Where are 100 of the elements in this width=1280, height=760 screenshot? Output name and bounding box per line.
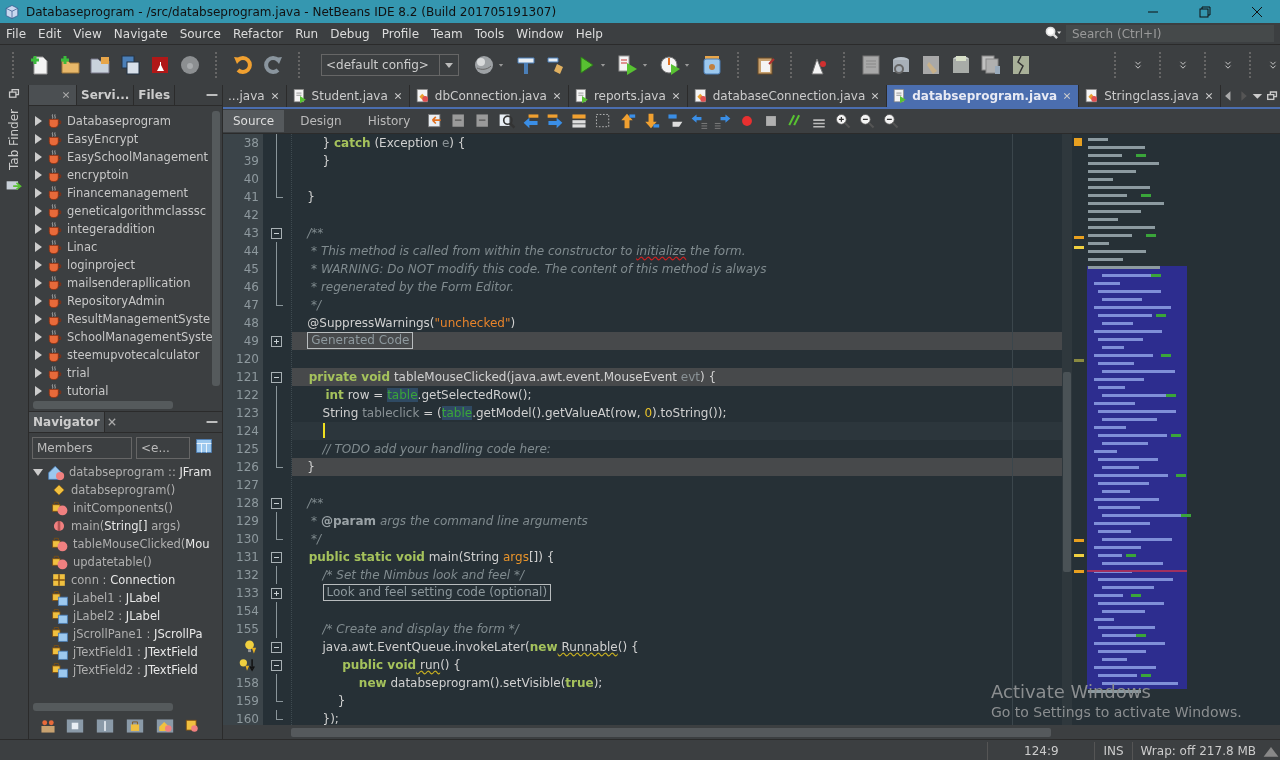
menu-item[interactable]: Help — [569, 26, 609, 41]
navigator-item[interactable]: initComponents() — [73, 501, 173, 515]
menu-item[interactable]: Team — [425, 26, 469, 41]
menu-item[interactable]: Profile — [375, 26, 425, 41]
project-item[interactable]: RepositoryAdmin — [67, 294, 165, 308]
run-file-icon[interactable] — [617, 54, 639, 76]
expanded-arrow-icon[interactable] — [33, 467, 43, 477]
new-file-icon[interactable] — [29, 54, 51, 76]
globe-icon[interactable] — [473, 54, 495, 76]
project-item[interactable]: loginproject — [67, 258, 135, 272]
menu-item[interactable]: View — [67, 26, 108, 41]
lightbulb-icon[interactable] — [243, 638, 259, 655]
navigator-item[interactable]: databseprogram :: JFram — [69, 465, 212, 479]
undo-icon[interactable] — [232, 54, 254, 76]
project-item[interactable]: ResultManagementSyste — [67, 312, 210, 326]
database-search-icon[interactable] — [890, 54, 912, 76]
collapsed-arrow-icon[interactable] — [33, 278, 43, 288]
find-previous-icon[interactable] — [522, 111, 541, 130]
scroll-thumb[interactable] — [212, 111, 220, 386]
people-icon[interactable] — [39, 717, 57, 735]
project-item[interactable]: SchoolManagementSyste — [67, 330, 213, 344]
hammer-icon[interactable] — [515, 54, 537, 76]
scroll-thumb[interactable] — [1063, 371, 1071, 572]
jar-icon[interactable] — [701, 54, 723, 76]
shift-right-icon[interactable] — [714, 111, 733, 130]
find-next-icon[interactable] — [546, 111, 565, 130]
redo-icon[interactable] — [262, 54, 284, 76]
collapsed-arrow-icon[interactable] — [33, 152, 43, 162]
new-folder-icon[interactable] — [59, 54, 81, 76]
collapsed-arrow-icon[interactable] — [33, 242, 43, 252]
expand-fold-icon[interactable] — [271, 335, 282, 347]
expand-fold-icon[interactable] — [271, 587, 282, 599]
menu-item[interactable]: File — [0, 26, 33, 41]
collapsed-arrow-icon[interactable] — [33, 260, 43, 270]
find-icon[interactable] — [498, 111, 517, 130]
folded-code-label[interactable]: Look and feel setting code (optional) — [322, 584, 552, 602]
collapsed-arrow-icon[interactable] — [33, 134, 43, 144]
clipboard-icon[interactable] — [754, 54, 776, 76]
collapsed-arrow-icon[interactable] — [33, 170, 43, 180]
zoom-out-icon[interactable] — [858, 111, 877, 130]
project-item[interactable]: Financemanagement — [67, 186, 189, 200]
collapsed-arrow-icon[interactable] — [33, 116, 43, 126]
navigator-item[interactable]: jTextField2 : JTextField — [73, 663, 198, 677]
zoom-reset-icon[interactable] — [882, 111, 901, 130]
menu-item[interactable]: Debug — [324, 26, 376, 41]
navigator-item[interactable]: jScrollPane1 : JScrollPa — [73, 627, 203, 641]
menu-item[interactable]: Source — [173, 26, 227, 41]
scroll-thumb[interactable] — [33, 401, 173, 409]
project-item[interactable]: geneticalgorithmclasssc — [67, 204, 207, 218]
collapsed-arrow-icon[interactable] — [33, 296, 43, 306]
clock-icon[interactable] — [659, 54, 681, 76]
project-item[interactable]: mailsenderapllication — [67, 276, 191, 290]
project-item[interactable]: EasyEncrypt — [67, 132, 139, 146]
collapsed-arrow-icon[interactable] — [33, 206, 43, 216]
highlight-icon[interactable] — [570, 111, 589, 130]
collapsed-arrow-icon[interactable] — [33, 188, 43, 198]
panel-tab[interactable]: Servi... — [77, 85, 135, 105]
scroll-thumb[interactable] — [33, 703, 173, 711]
navigator-item[interactable]: updatetable() — [73, 555, 152, 569]
menu-item[interactable]: Window — [510, 26, 570, 41]
menu-item[interactable]: Edit — [32, 26, 68, 41]
collapsed-arrow-icon[interactable] — [33, 368, 43, 378]
flask-icon[interactable] — [149, 54, 171, 76]
filter-icon[interactable] — [194, 437, 214, 455]
inherit-icon[interactable] — [183, 717, 201, 735]
menu-item[interactable]: Tools — [468, 26, 511, 41]
split-page-icon[interactable] — [1010, 54, 1032, 76]
project-item[interactable]: trial — [67, 366, 90, 380]
project-item[interactable]: Databaseprogram — [67, 114, 171, 128]
menu-item[interactable]: Run — [289, 26, 325, 41]
collapsed-arrow-icon[interactable] — [33, 224, 43, 234]
navigator-item[interactable]: conn : Connection — [71, 573, 176, 587]
floppy-disks-icon[interactable] — [119, 54, 141, 76]
collapse-fold-icon[interactable] — [271, 641, 282, 653]
view-tab[interactable]: Design — [290, 109, 352, 132]
zoom-in-icon[interactable] — [834, 111, 853, 130]
members-dropdown[interactable]: Members — [32, 437, 132, 459]
navigator-item[interactable]: databseprogram() — [71, 483, 176, 497]
navigator-title[interactable]: Navigator — [29, 412, 105, 432]
view-tab[interactable]: History — [357, 109, 421, 132]
project-item[interactable]: tutorial — [67, 384, 109, 398]
panel-tab[interactable]: Files — [134, 85, 176, 105]
project-item[interactable]: EasySchoolManagement — [67, 150, 209, 164]
collapse-fold-icon[interactable] — [271, 497, 282, 509]
circle-icon[interactable] — [179, 54, 201, 76]
navigator-item[interactable]: main(String[] args) — [71, 519, 181, 533]
navigator-item[interactable]: tableMouseClicked(Mou — [73, 537, 210, 551]
collapsed-arrow-icon[interactable] — [33, 314, 43, 324]
collapse-fold-icon[interactable] — [271, 659, 282, 671]
broom-icon[interactable] — [920, 54, 942, 76]
navigator-item[interactable]: jLabel1 : JLabel — [73, 591, 161, 605]
collapsed-arrow-icon[interactable] — [33, 350, 43, 360]
collapsed-arrow-icon[interactable] — [33, 386, 43, 396]
project-item[interactable]: integeraddition — [67, 222, 156, 236]
collapse-fold-icon[interactable] — [271, 551, 282, 563]
menu-item[interactable]: Refactor — [226, 26, 290, 41]
project-item[interactable]: Linac — [67, 240, 98, 254]
project-item[interactable]: encryptoin — [67, 168, 129, 182]
database-icon[interactable] — [950, 54, 972, 76]
collapsed-arrow-icon[interactable] — [33, 332, 43, 342]
